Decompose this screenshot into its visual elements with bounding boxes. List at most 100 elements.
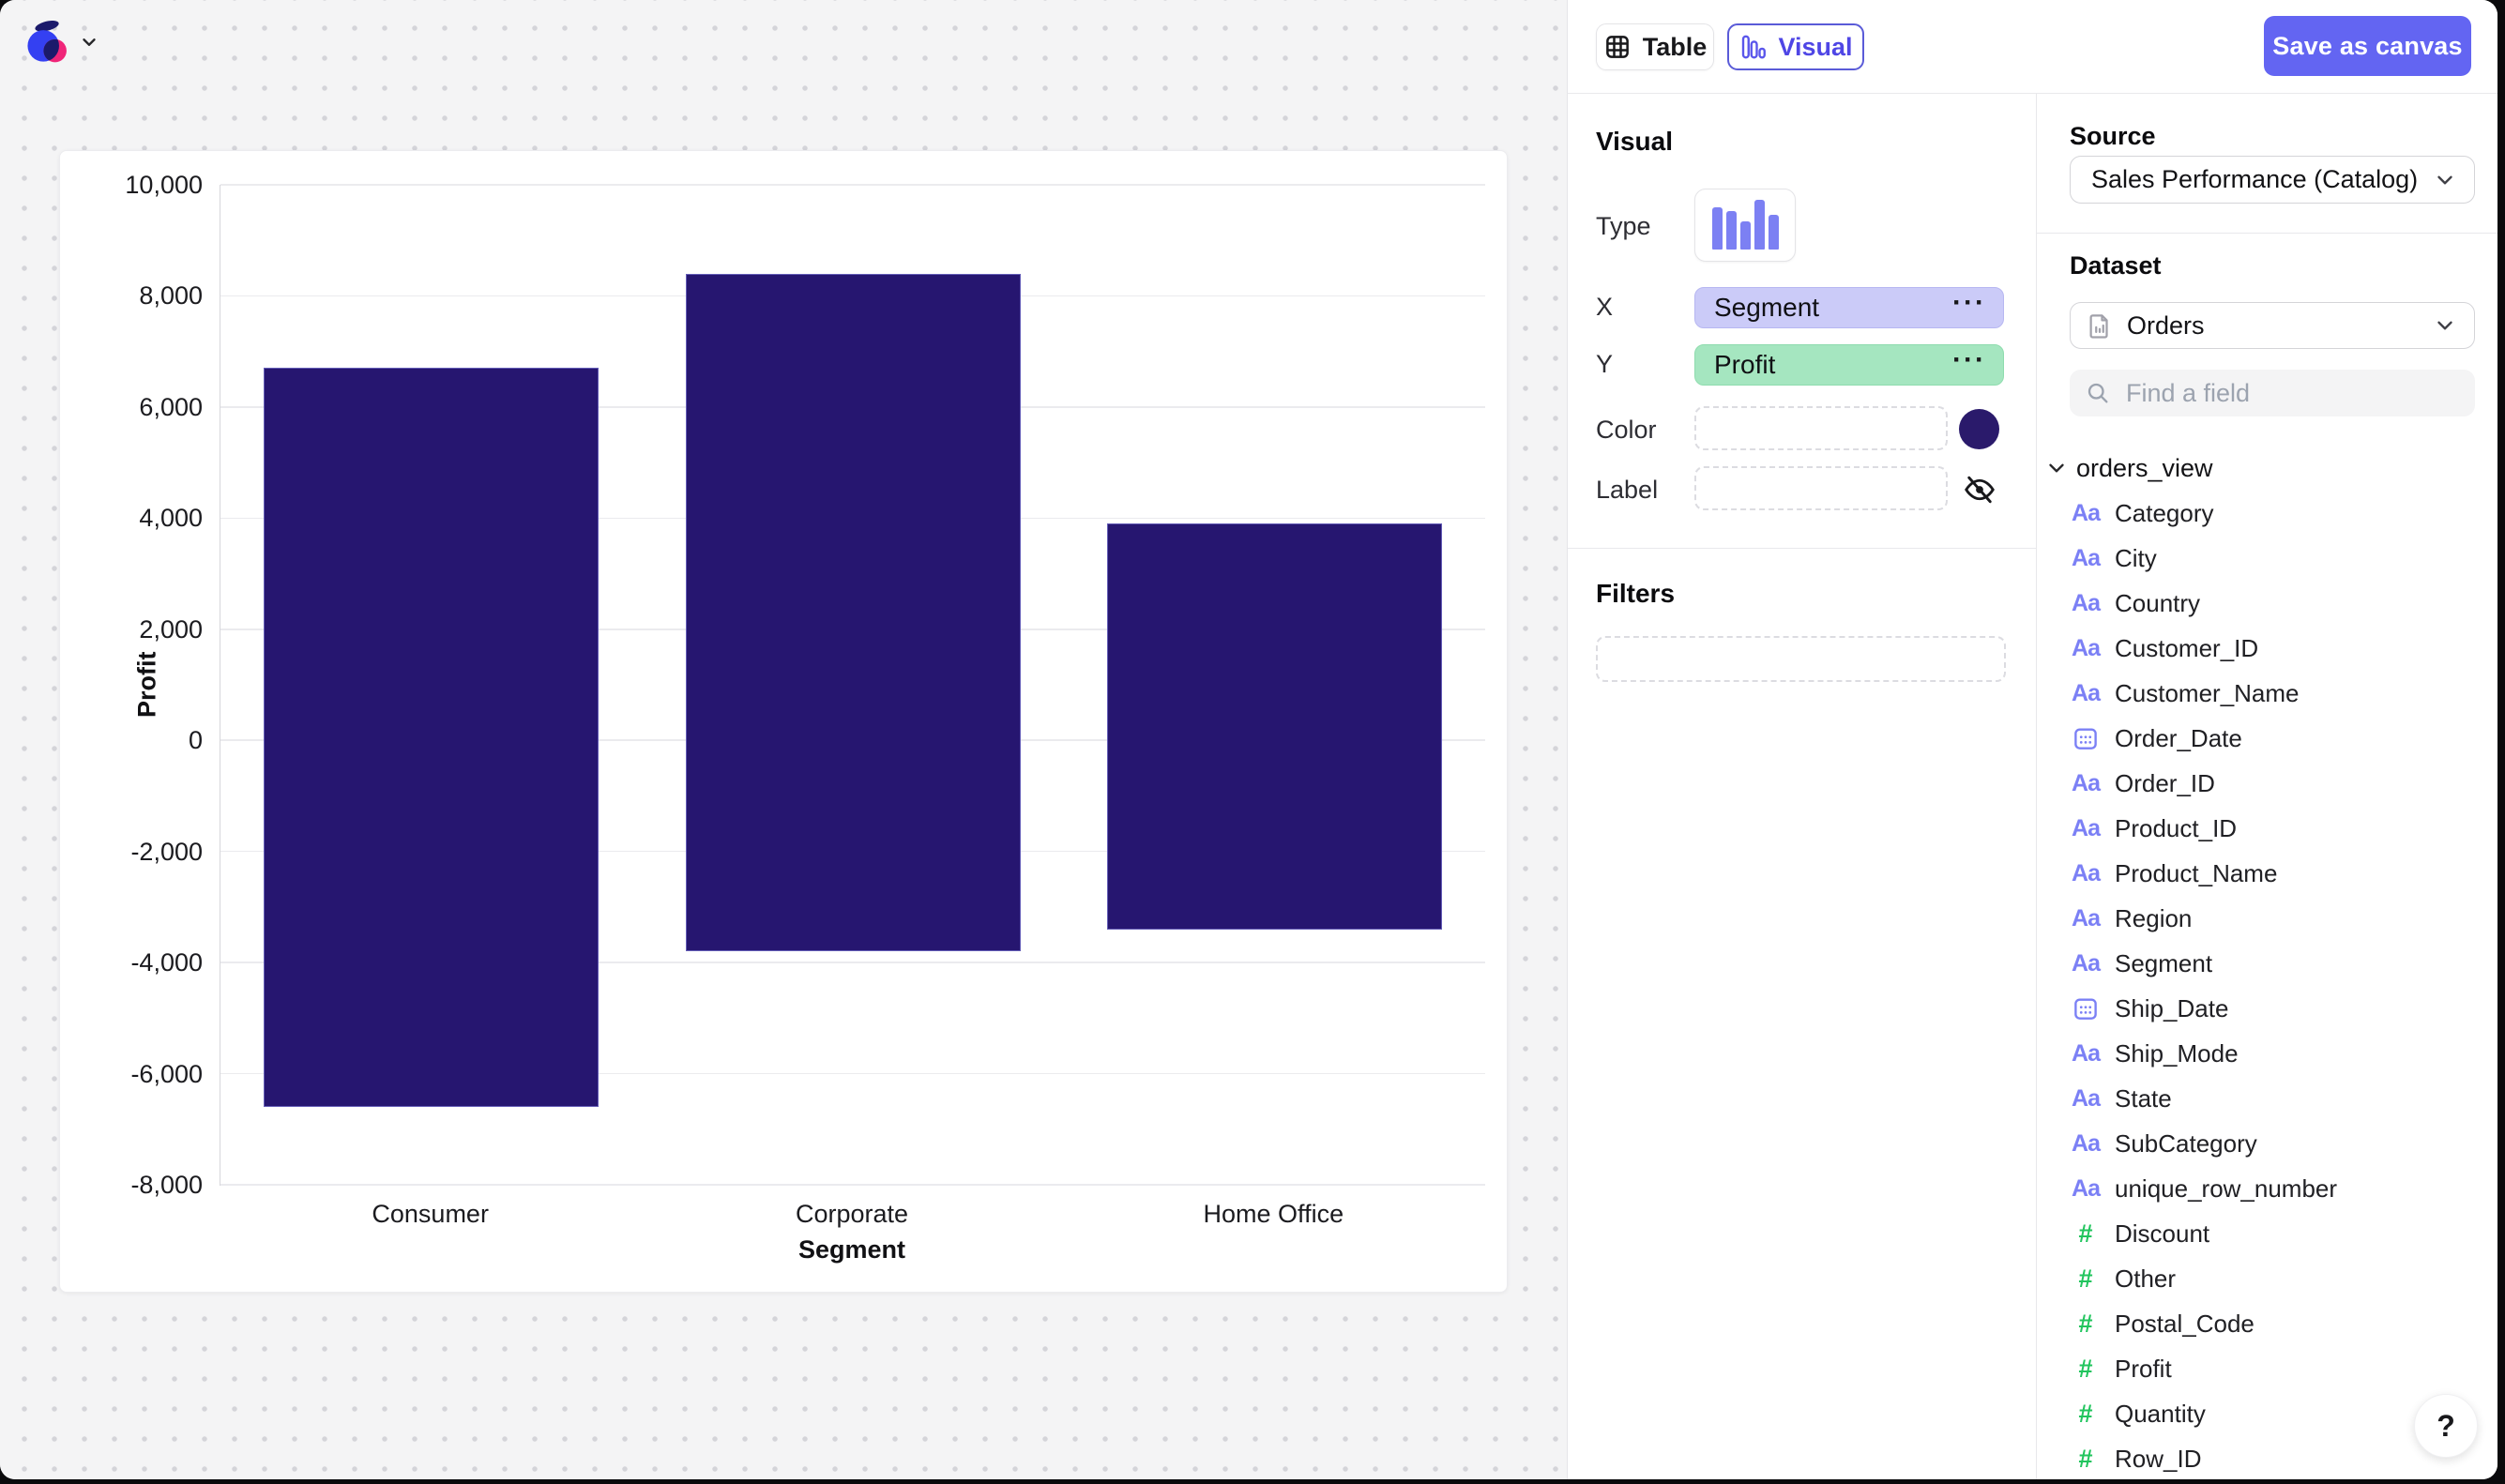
y-tick-label: -4,000: [60, 947, 203, 977]
field-item[interactable]: AaState: [2037, 1076, 2497, 1121]
label-visibility-toggle[interactable]: [1962, 472, 1997, 507]
field-item[interactable]: Aa Segment: [2037, 941, 2497, 986]
field-item-label: City: [2115, 544, 2157, 573]
text-field-icon: Aa: [2072, 1040, 2100, 1068]
date-field-icon: [2072, 724, 2100, 752]
x-row-label: X: [1596, 293, 1613, 322]
app-window: Profit 10,0008,0006,0004,0002,0000-2,000…: [0, 0, 2497, 1479]
save-as-canvas-label: Save as canvas: [2272, 32, 2462, 61]
field-item-label: Other: [2115, 1264, 2176, 1294]
filters-section-title: Filters: [1596, 579, 1675, 609]
bar-home-office[interactable]: [1107, 523, 1442, 929]
field-item[interactable]: Aa Country: [2037, 581, 2497, 626]
field-item[interactable]: AaSubCategory: [2037, 1121, 2497, 1166]
chevron-down-icon: [2044, 456, 2069, 480]
x-field-options-icon[interactable]: ···: [1952, 294, 1986, 322]
app-logo[interactable]: [26, 21, 69, 64]
chevron-down-icon: [2433, 313, 2457, 338]
x-field-pill[interactable]: Segment ···: [1694, 287, 2004, 328]
source-select-value: Sales Performance (Catalog): [2091, 165, 2433, 194]
y-tick-label: 2,000: [60, 614, 203, 644]
y-tick-label: -8,000: [60, 1170, 203, 1200]
color-row-label: Color: [1596, 416, 1657, 445]
field-list: AaCategoryAaCityAaCountryAaCustomer_IDAa…: [2037, 491, 2497, 1479]
text-field-icon: Aa: [2072, 635, 2100, 662]
source-select[interactable]: Sales Performance (Catalog): [2070, 156, 2475, 204]
x-tick-label: Corporate: [641, 1198, 1062, 1230]
field-item[interactable]: # Discount: [2037, 1211, 2497, 1256]
field-item[interactable]: #Other: [2037, 1256, 2497, 1301]
field-item[interactable]: Ship_Date: [2037, 986, 2497, 1031]
text-field-icon: Aa: [2072, 500, 2100, 527]
field-item[interactable]: Aaunique_row_number: [2037, 1166, 2497, 1211]
bar-corporate[interactable]: [686, 274, 1021, 952]
field-item[interactable]: AaCity: [2037, 536, 2497, 581]
y-axis-title: Profit: [128, 185, 167, 1185]
y-tick-label: 10,000: [60, 170, 203, 200]
tree-root-orders-view[interactable]: orders_view: [2037, 446, 2497, 491]
plot-area: [220, 185, 1485, 1186]
field-item[interactable]: AaShip_Mode: [2037, 1031, 2497, 1076]
field-item-label: unique_row_number: [2115, 1174, 2337, 1204]
y-tick-label: 6,000: [60, 392, 203, 422]
field-item[interactable]: #Postal_Code: [2037, 1301, 2497, 1346]
label-drop-zone[interactable]: [1694, 466, 1948, 510]
field-item-label: Product_Name: [2115, 859, 2277, 888]
field-search-input[interactable]: [2124, 378, 2460, 409]
field-item[interactable]: AaCustomer_ID: [2037, 626, 2497, 671]
number-field-icon: #: [2078, 1219, 2092, 1249]
field-item[interactable]: AaProduct_ID: [2037, 806, 2497, 851]
filters-drop-zone[interactable]: [1596, 636, 2006, 682]
source-label: Source: [2070, 122, 2156, 151]
logo-chevron-down-icon[interactable]: [79, 32, 99, 53]
field-item[interactable]: AaRegion: [2037, 896, 2497, 941]
dataset-select[interactable]: Orders: [2070, 302, 2475, 349]
x-field-value: Segment: [1714, 293, 1952, 323]
field-item[interactable]: Aa Order_ID: [2037, 761, 2497, 806]
dataset-label: Dataset: [2070, 251, 2162, 280]
help-button-label: ?: [2437, 1409, 2455, 1444]
chart-type-button[interactable]: [1694, 189, 1796, 262]
y-field-options-icon[interactable]: ···: [1952, 351, 1986, 379]
date-field-icon: [2072, 994, 2100, 1022]
field-item-label: Postal_Code: [2115, 1310, 2254, 1339]
color-drop-zone[interactable]: [1694, 406, 1948, 450]
gridline: [220, 184, 1485, 186]
help-button[interactable]: ?: [2414, 1394, 2478, 1458]
field-item[interactable]: AaCustomer_Name: [2037, 671, 2497, 716]
visual-tab-button[interactable]: Visual: [1727, 23, 1864, 70]
save-as-canvas-button[interactable]: Save as canvas: [2264, 16, 2471, 76]
field-item-label: Order_ID: [2115, 769, 2215, 798]
bar-consumer[interactable]: [264, 368, 599, 1107]
text-field-icon: Aa: [2072, 950, 2100, 977]
text-field-icon: Aa: [2072, 590, 2100, 617]
number-field-icon: #: [2078, 1355, 2092, 1384]
field-item-label: Country: [2115, 589, 2200, 618]
field-item[interactable]: #Profit: [2037, 1346, 2497, 1391]
gridline: [220, 1184, 1485, 1186]
field-item-label: Ship_Date: [2115, 994, 2228, 1023]
field-item-label: Customer_Name: [2115, 679, 2300, 708]
dataset-file-icon: [2086, 311, 2114, 340]
y-field-pill[interactable]: Profit ···: [1694, 344, 2004, 386]
color-swatch[interactable]: [1959, 409, 1999, 449]
x-axis-title: Segment: [220, 1235, 1484, 1264]
visual-tab-label: Visual: [1778, 33, 1852, 62]
visual-section-title: Visual: [1596, 127, 1673, 157]
field-item-label: SubCategory: [2115, 1129, 2257, 1158]
field-item-label: Category: [2115, 499, 2214, 528]
x-tick-label: Consumer: [220, 1198, 641, 1230]
field-search-box[interactable]: [2070, 370, 2475, 416]
x-tick-label: Home Office: [1063, 1198, 1484, 1230]
field-item[interactable]: Order_Date: [2037, 716, 2497, 761]
table-tab-button[interactable]: Table: [1596, 23, 1714, 70]
search-icon: [2085, 380, 2111, 406]
field-item-label: Discount: [2115, 1219, 2209, 1249]
field-item[interactable]: AaProduct_Name: [2037, 851, 2497, 896]
y-tick-label: 8,000: [60, 280, 203, 310]
field-item[interactable]: Aa Category: [2037, 491, 2497, 536]
field-item-label: State: [2115, 1084, 2172, 1113]
text-field-icon: Aa: [2072, 770, 2100, 797]
chart-card: Profit 10,0008,0006,0004,0002,0000-2,000…: [59, 150, 1508, 1293]
field-item-label: Segment: [2115, 949, 2212, 978]
